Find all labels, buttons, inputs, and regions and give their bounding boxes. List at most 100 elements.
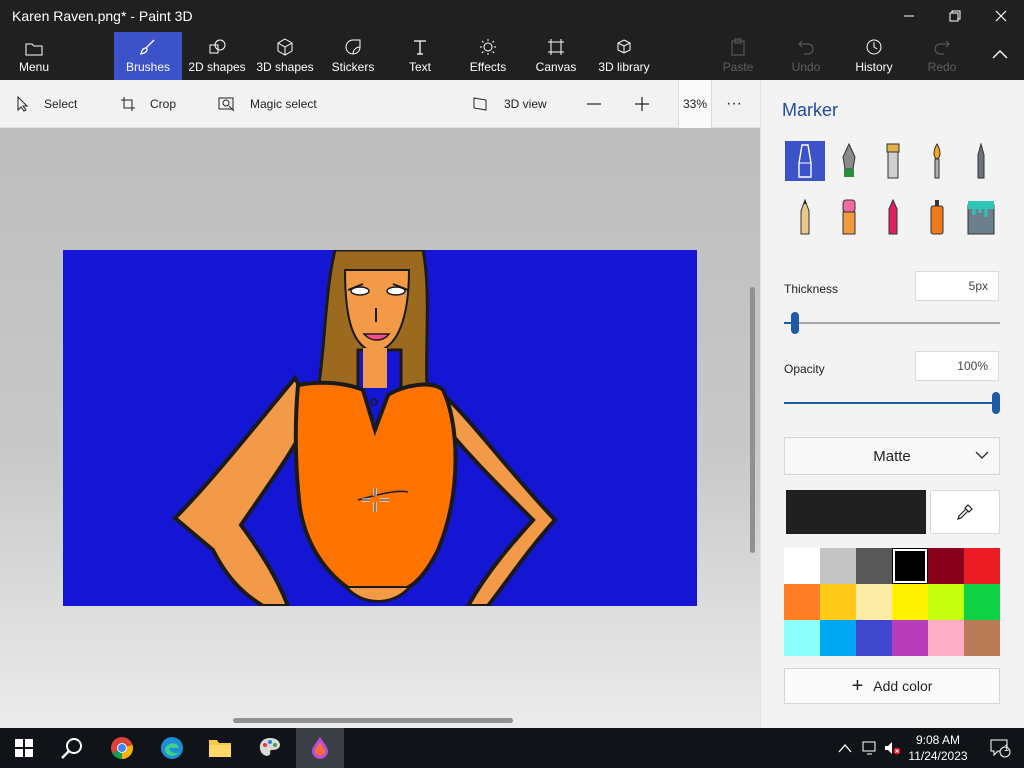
calligraphy-pen-icon <box>842 143 856 177</box>
color-swatch[interactable] <box>964 620 1000 656</box>
taskbar-paint[interactable] <box>246 728 294 768</box>
brush-pencil[interactable] <box>785 197 825 237</box>
horizontal-scrollbar[interactable] <box>233 718 513 723</box>
color-swatch[interactable] <box>892 620 928 656</box>
color-swatch[interactable] <box>964 584 1000 620</box>
brush-spray-can[interactable] <box>917 197 957 237</box>
eyedropper-button[interactable] <box>930 490 1000 534</box>
paste-icon <box>731 38 745 56</box>
color-swatch[interactable] <box>856 548 892 584</box>
taskbar-clock[interactable]: 9:08 AM 11/24/2023 <box>902 732 974 764</box>
thickness-slider-thumb[interactable] <box>791 312 799 334</box>
canvas-icon <box>548 39 564 55</box>
thickness-input[interactable]: 5px <box>915 271 999 301</box>
search-button[interactable] <box>48 728 96 768</box>
plus-icon <box>635 97 649 111</box>
magic-select-tool[interactable]: Magic select <box>218 80 317 128</box>
restore-button[interactable] <box>932 0 978 32</box>
notification-count: 1 <box>1004 743 1010 753</box>
canvas-toolbar: Select Crop Magic select 3D view ··· <box>0 80 760 128</box>
color-swatch[interactable] <box>784 548 820 584</box>
color-swatch[interactable] <box>856 620 892 656</box>
vertical-scrollbar[interactable] <box>750 287 755 553</box>
brush-marker[interactable] <box>785 141 825 181</box>
minimize-icon <box>904 15 914 17</box>
cursor-icon <box>17 96 29 112</box>
start-button[interactable] <box>0 728 48 768</box>
opacity-slider-thumb[interactable] <box>992 392 1000 414</box>
color-swatch[interactable] <box>964 548 1000 584</box>
taskbar-chrome[interactable] <box>98 728 146 768</box>
volume-muted-icon[interactable] <box>884 741 902 755</box>
brush-crayon[interactable] <box>873 197 913 237</box>
select-tool[interactable]: Select <box>16 80 77 128</box>
zoom-in-button[interactable] <box>634 80 664 128</box>
ribbon: Menu Brushes 2D shapes 3D shapes Sticker… <box>0 32 1024 80</box>
edge-icon <box>161 737 183 759</box>
brush-oil[interactable] <box>873 141 913 181</box>
opacity-slider-fill <box>784 402 1000 404</box>
brush-watercolor[interactable] <box>917 141 957 181</box>
tab-effects[interactable]: Effects <box>464 32 512 80</box>
history-button[interactable]: History <box>850 32 898 80</box>
network-icon[interactable] <box>862 741 880 755</box>
taskbar-paint-3d[interactable] <box>296 728 344 768</box>
windows-icon <box>15 739 33 757</box>
tab-stickers[interactable]: Stickers <box>326 32 380 80</box>
brush-fill[interactable] <box>961 197 1001 237</box>
color-swatch[interactable] <box>856 584 892 620</box>
color-swatch[interactable] <box>892 584 928 620</box>
minimize-button[interactable] <box>886 0 932 32</box>
color-swatch[interactable] <box>784 584 820 620</box>
crop-tool[interactable]: Crop <box>120 80 176 128</box>
taskbar-edge[interactable] <box>148 728 196 768</box>
opacity-input[interactable]: 100% <box>915 351 999 381</box>
tab-canvas[interactable]: Canvas <box>532 32 580 80</box>
color-swatch[interactable] <box>820 620 856 656</box>
color-swatch[interactable] <box>820 548 856 584</box>
zoom-level[interactable]: 33% <box>678 80 712 128</box>
thickness-slider-track[interactable] <box>784 322 1000 324</box>
notifications-button[interactable]: 1 <box>976 728 1024 768</box>
brush-calligraphy-pen[interactable] <box>829 141 869 181</box>
color-swatch[interactable] <box>928 584 964 620</box>
current-color-swatch[interactable] <box>786 490 926 534</box>
paste-label: Paste <box>722 60 754 74</box>
close-button[interactable] <box>978 0 1024 32</box>
color-swatch[interactable] <box>928 548 964 584</box>
tab-label: Brushes <box>125 60 171 74</box>
brush-pixel-pen[interactable] <box>961 141 1001 181</box>
plus-icon: + <box>851 675 864 697</box>
color-swatch[interactable] <box>820 584 856 620</box>
pixel-pen-icon <box>977 143 985 179</box>
chevron-up-icon[interactable] <box>838 743 852 753</box>
3d-view-label: 3D view <box>504 97 547 111</box>
undo-button[interactable]: Undo <box>784 32 828 80</box>
tab-label: Canvas <box>535 60 577 74</box>
zoom-out-button[interactable] <box>586 80 616 128</box>
redo-button[interactable]: Redo <box>920 32 964 80</box>
more-options-button[interactable]: ··· <box>726 80 742 128</box>
tab-3d-shapes[interactable]: 3D shapes <box>254 32 316 80</box>
color-swatch[interactable] <box>892 548 928 584</box>
magic-select-label: Magic select <box>250 97 317 111</box>
collapse-ribbon-button[interactable] <box>984 32 1016 80</box>
taskbar-file-explorer[interactable] <box>196 728 244 768</box>
finish-dropdown[interactable]: Matte <box>784 437 1000 475</box>
3d-library-icon <box>617 39 631 54</box>
drawing-canvas[interactable] <box>63 250 697 606</box>
opacity-label: Opacity <box>784 362 825 376</box>
crop-label: Crop <box>150 97 177 111</box>
color-swatch[interactable] <box>928 620 964 656</box>
menu-button[interactable]: Menu <box>8 32 60 80</box>
tab-3d-library[interactable]: 3D library <box>596 32 652 80</box>
tab-text[interactable]: Text <box>396 32 444 80</box>
add-color-button[interactable]: + Add color <box>784 668 1000 704</box>
3d-view-toggle[interactable]: 3D view <box>472 80 547 128</box>
tab-2d-shapes[interactable]: 2D shapes <box>186 32 248 80</box>
color-swatch[interactable] <box>784 620 820 656</box>
tab-brushes[interactable]: Brushes <box>114 32 182 80</box>
brush-eraser[interactable] <box>829 197 869 237</box>
eyedropper-icon <box>957 504 973 520</box>
paste-button[interactable]: Paste <box>716 32 760 80</box>
